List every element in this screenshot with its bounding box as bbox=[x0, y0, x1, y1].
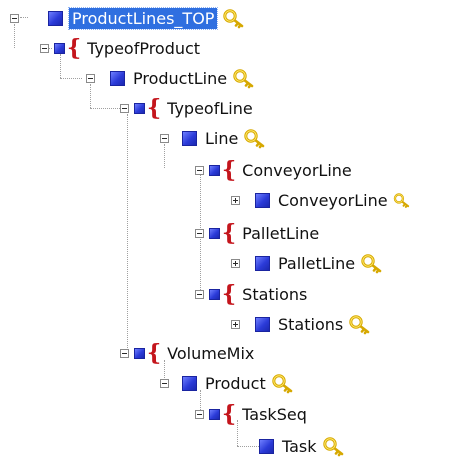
collapse-toggle[interactable] bbox=[10, 13, 19, 23]
tree-node-palletline[interactable]: PalletLine bbox=[231, 250, 385, 276]
relation-brace-icon: { bbox=[67, 35, 82, 61]
collapse-toggle[interactable] bbox=[195, 409, 204, 419]
entity-icon bbox=[259, 438, 274, 454]
collapse-toggle[interactable] bbox=[40, 43, 49, 53]
tree-node-conveyorline-relation[interactable]: { ConveyorLine bbox=[195, 157, 352, 183]
relation-brace-icon: { bbox=[222, 157, 237, 183]
entity-icon bbox=[209, 164, 220, 176]
key-icon bbox=[223, 9, 244, 29]
entity-icon bbox=[209, 288, 220, 300]
entity-icon bbox=[110, 70, 125, 86]
node-label[interactable]: Product bbox=[205, 374, 266, 393]
key-icon bbox=[244, 129, 265, 149]
tree-connector bbox=[90, 108, 120, 109]
entity-icon bbox=[54, 42, 65, 54]
node-label[interactable]: ProductLines_TOP bbox=[67, 6, 219, 30]
tree-node-typeofline[interactable]: { TypeofLine bbox=[120, 95, 253, 121]
entity-icon bbox=[182, 375, 197, 391]
entity-icon bbox=[48, 10, 63, 26]
relation-brace-icon: { bbox=[222, 401, 237, 427]
entity-icon bbox=[255, 255, 270, 271]
relation-brace-icon: { bbox=[222, 220, 237, 246]
entity-icon bbox=[209, 227, 220, 239]
node-label[interactable]: Line bbox=[205, 129, 238, 148]
tree-view: ProductLines_TOP { TypeofProduct Product… bbox=[0, 0, 450, 461]
tree-node-line[interactable]: Line bbox=[160, 125, 268, 151]
expand-toggle[interactable] bbox=[231, 319, 240, 329]
entity-icon bbox=[255, 192, 270, 208]
node-label[interactable]: ConveyorLine bbox=[242, 161, 352, 180]
tree-connector bbox=[60, 78, 82, 79]
tree-node-palletline-relation[interactable]: { PalletLine bbox=[195, 220, 319, 246]
relation-brace-icon: { bbox=[222, 281, 237, 307]
tree-node-volumemix[interactable]: { VolumeMix bbox=[120, 340, 254, 366]
entity-icon bbox=[134, 102, 145, 114]
key-icon bbox=[233, 69, 254, 89]
tree-node-productlines-top[interactable]: ProductLines_TOP bbox=[10, 5, 247, 31]
expand-toggle[interactable] bbox=[231, 258, 240, 268]
node-label[interactable]: TypeofLine bbox=[167, 99, 253, 118]
relation-brace-icon: { bbox=[147, 340, 162, 366]
node-label[interactable]: PalletLine bbox=[242, 224, 319, 243]
node-label[interactable]: TaskSeq bbox=[242, 405, 307, 424]
tree-connector bbox=[127, 114, 128, 354]
expand-toggle[interactable] bbox=[231, 195, 240, 205]
node-label[interactable]: Stations bbox=[242, 285, 307, 304]
node-label[interactable]: Task bbox=[282, 437, 317, 456]
node-label[interactable]: Stations bbox=[278, 315, 343, 334]
key-icon bbox=[361, 254, 382, 274]
entity-icon bbox=[209, 408, 220, 420]
tree-node-stations-relation[interactable]: { Stations bbox=[195, 281, 307, 307]
collapse-toggle[interactable] bbox=[195, 165, 204, 175]
tree-node-product[interactable]: Product bbox=[160, 370, 296, 396]
entity-icon bbox=[134, 347, 145, 359]
node-label[interactable]: ConveyorLine bbox=[278, 191, 388, 210]
relation-brace-icon: { bbox=[147, 95, 162, 121]
key-icon bbox=[322, 437, 343, 457]
key-icon bbox=[272, 374, 293, 394]
key-icon bbox=[349, 315, 370, 335]
node-label[interactable]: PalletLine bbox=[278, 254, 355, 273]
tree-node-stations[interactable]: Stations bbox=[231, 311, 373, 337]
collapse-toggle[interactable] bbox=[195, 289, 204, 299]
collapse-toggle[interactable] bbox=[160, 378, 169, 388]
collapse-toggle[interactable] bbox=[86, 73, 95, 83]
tree-node-productline[interactable]: ProductLine bbox=[86, 65, 257, 91]
node-label[interactable]: TypeofProduct bbox=[87, 39, 200, 58]
node-label[interactable]: ProductLine bbox=[133, 69, 227, 88]
collapse-toggle[interactable] bbox=[195, 228, 204, 238]
tree-connector bbox=[237, 446, 259, 447]
entity-icon bbox=[182, 130, 197, 146]
node-label[interactable]: VolumeMix bbox=[167, 344, 254, 363]
tree-node-taskseq[interactable]: { TaskSeq bbox=[195, 401, 307, 427]
collapse-toggle[interactable] bbox=[160, 133, 169, 143]
tree-node-typeofproduct[interactable]: { TypeofProduct bbox=[40, 35, 200, 61]
entity-icon bbox=[255, 316, 270, 332]
collapse-toggle[interactable] bbox=[120, 103, 129, 113]
tree-node-task[interactable]: Task bbox=[259, 433, 347, 459]
tree-node-conveyorline[interactable]: ConveyorLine bbox=[231, 187, 412, 213]
key-icon bbox=[393, 193, 409, 208]
collapse-toggle[interactable] bbox=[120, 348, 129, 358]
